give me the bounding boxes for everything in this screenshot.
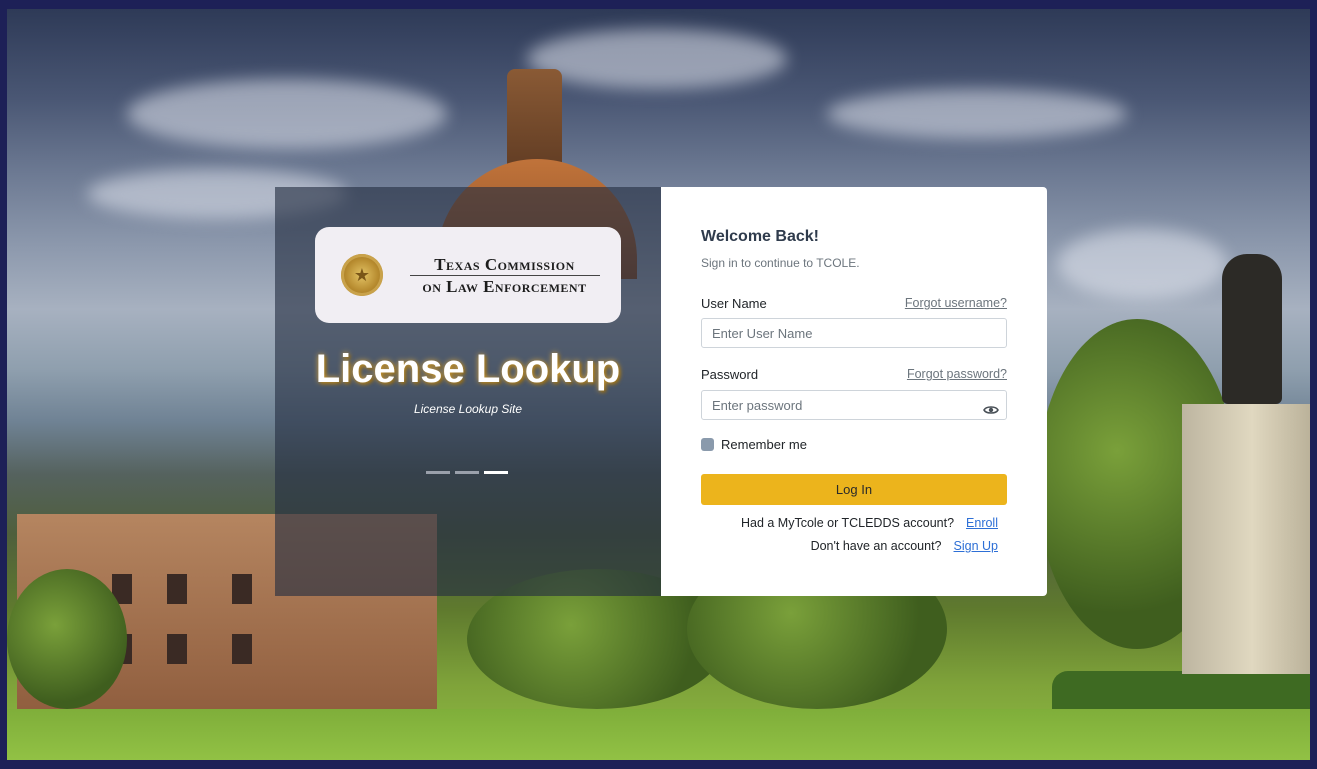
carousel-dot[interactable]: [426, 471, 450, 474]
tree: [7, 569, 127, 709]
remember-me[interactable]: Remember me: [701, 437, 807, 452]
forgot-username-link[interactable]: Forgot username?: [905, 296, 1007, 310]
enroll-row: Had a MyTcole or TCLEDDS account? Enroll: [741, 516, 998, 530]
forgot-password-link[interactable]: Forgot password?: [907, 367, 1007, 381]
hero-panel: ★ Texas Commission on Law Enforcement Li…: [275, 187, 661, 596]
login-card: Welcome Back! Sign in to continue to TCO…: [661, 187, 1047, 596]
cloud: [527, 29, 787, 89]
login-title: Welcome Back!: [701, 228, 819, 245]
cloud: [827, 89, 1127, 139]
hero-title: License Lookup: [315, 347, 621, 391]
carousel-indicators: [426, 471, 513, 489]
logo-divider: [410, 275, 600, 276]
login-subtitle: Sign in to continue to TCOLE.: [701, 256, 860, 270]
password-label: Password: [701, 367, 759, 382]
hero-subtitle: License Lookup Site: [413, 402, 523, 416]
tcole-logo: ★ Texas Commission on Law Enforcement: [315, 227, 621, 323]
eye-icon[interactable]: [983, 402, 999, 418]
carousel-dot[interactable]: [455, 471, 479, 474]
statue: [1222, 254, 1282, 404]
seal-icon: ★: [341, 254, 383, 296]
remember-checkbox[interactable]: [701, 438, 714, 451]
carousel-dot-active[interactable]: [484, 471, 508, 474]
signup-link[interactable]: Sign Up: [954, 539, 998, 553]
logo-line-1: Texas Commission: [434, 255, 575, 274]
signup-row: Don't have an account? Sign Up: [811, 539, 998, 553]
signup-text: Don't have an account?: [810, 539, 942, 553]
enroll-link[interactable]: Enroll: [966, 516, 998, 530]
login-button[interactable]: Log In: [701, 474, 1007, 505]
logo-line-2: on Law Enforcement: [422, 277, 587, 296]
password-input[interactable]: [701, 390, 1007, 420]
remember-label: Remember me: [721, 437, 807, 452]
lawn: [7, 709, 1310, 760]
username-label: User Name: [701, 296, 767, 311]
enroll-text: Had a MyTcole or TCLEDDS account?: [740, 516, 955, 530]
cloud: [1057, 229, 1227, 299]
cloud: [127, 79, 447, 149]
username-input[interactable]: [701, 318, 1007, 348]
monument: [1182, 404, 1310, 674]
